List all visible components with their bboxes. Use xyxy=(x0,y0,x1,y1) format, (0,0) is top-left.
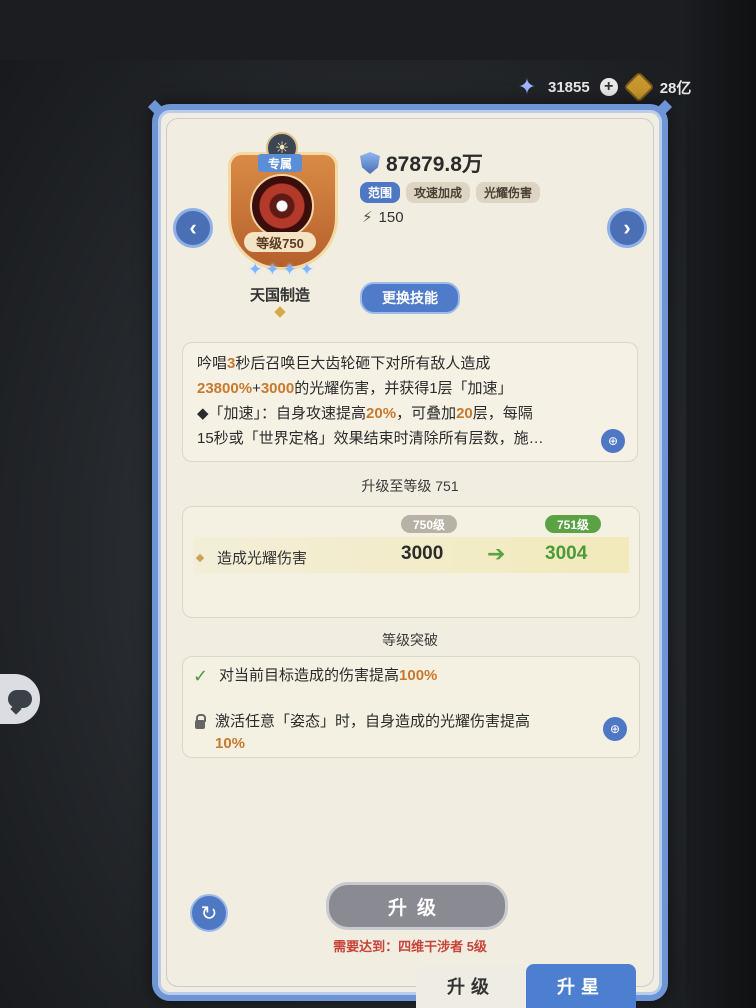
upgrade-title: 升级至等级 751 xyxy=(361,478,459,494)
skill-badge: ☀ 专属 等级750 ✦ ✦ ✦ ✦ 天国制造 xyxy=(222,132,340,322)
swap-skill-button[interactable]: 更换技能 xyxy=(360,282,460,314)
breakthrough-box: ✓ 对当前目标造成的伤害提高100% 激活任意「姿态」时，自身造成的光耀伤害提高… xyxy=(182,656,640,758)
zoom-in-icon[interactable]: ⊕ xyxy=(601,429,625,453)
check-icon: ✓ xyxy=(193,666,209,686)
chat-bubble-icon xyxy=(8,690,32,708)
lightning-icon: ⚡ xyxy=(362,209,373,226)
upgrade-box: 750级 751级 造成光耀伤害 3000 ➔ 3004 xyxy=(182,506,640,618)
tag-range: 范围 xyxy=(360,182,401,203)
add-currency-icon[interactable]: + xyxy=(599,78,618,96)
star-currency-value: 31855 xyxy=(548,78,590,96)
breakthrough-item-unlocked: ✓ 对当前目标造成的伤害提高100% xyxy=(193,665,437,687)
bottom-tabs: 升级 升星 xyxy=(416,964,636,1008)
power-row: 87879.8万 xyxy=(360,148,483,178)
breakthrough-title: 等级突破 xyxy=(382,632,438,648)
skill-description: 吟唱3秒后召唤巨大齿轮砸下对所有敌人造成 23800%+3000的光耀伤害，并获… xyxy=(182,342,638,462)
skill-tags: 范围 攻速加成 光耀伤害 xyxy=(360,182,541,203)
desc-text: 15秒或「世界定格」效果结束时清除所有层数，施… xyxy=(197,430,544,447)
exclusive-tag: 专属 xyxy=(258,154,302,172)
monitor-bezel-top xyxy=(0,0,756,60)
coin-icon xyxy=(623,71,655,103)
diamond-deco xyxy=(274,306,286,318)
desc-text: 的光耀伤害，并获得1层「加速」 xyxy=(294,380,513,397)
current-stat-value: 3000 xyxy=(401,543,444,564)
desc-highlight: 3000 xyxy=(260,380,295,397)
power-value: 87879.8万 xyxy=(386,153,483,176)
star-icon: ✦ xyxy=(299,260,314,279)
breakthrough-highlight: 100% xyxy=(399,667,438,684)
refresh-icon[interactable]: ↻ xyxy=(190,894,228,932)
desc-text: 吟唱 xyxy=(197,355,228,372)
desc-highlight: 20% xyxy=(366,405,397,422)
breakthrough-item-locked: 激活任意「姿态」时，自身造成的光耀伤害提高 10% xyxy=(193,711,603,755)
chevron-left-icon: ‹ xyxy=(189,215,197,240)
arrow-right-icon: ➔ xyxy=(487,541,506,566)
chevron-right-icon: › xyxy=(623,215,631,240)
breakthrough-text: 激活任意「姿态」时，自身造成的光耀伤害提高 xyxy=(215,713,531,730)
next-level-pill: 751级 xyxy=(545,515,601,533)
current-level-pill: 750级 xyxy=(401,515,457,533)
next-skill-button[interactable]: › xyxy=(607,208,647,248)
desc-text: ，可叠加 xyxy=(396,405,457,422)
gear-skill-icon xyxy=(250,174,314,238)
next-stat-value: 3004 xyxy=(545,543,588,564)
corner-deco xyxy=(147,99,163,115)
requirement-text: 需要达到：四维干涉者 5级 xyxy=(333,939,487,954)
breakthrough-highlight: 10% xyxy=(215,735,246,752)
energy-row: ⚡ 150 xyxy=(362,208,404,227)
skill-card: ‹ › ☀ 专属 等级750 ✦ ✦ ✦ ✦ 天国制造 87879.8万 范围 … xyxy=(147,99,673,1001)
desc-text: ◆「加速」：自身攻速提高 xyxy=(197,405,367,422)
tag-attack-speed: 攻速加成 xyxy=(406,182,471,203)
stat-label: 造成光耀伤害 xyxy=(217,550,308,567)
lock-icon xyxy=(195,714,206,729)
tab-star-up[interactable]: 升星 xyxy=(526,964,636,1008)
currency-bar: ✦ 31855 + 28亿 xyxy=(516,70,756,104)
desc-highlight: 20 xyxy=(456,405,473,422)
star-rating: ✦ ✦ ✦ ✦ xyxy=(236,260,326,280)
desc-text: 层，每隔 xyxy=(472,405,533,422)
star-icon: ✦ xyxy=(265,260,280,279)
coin-value: 28亿 xyxy=(659,79,692,97)
breakthrough-text: 对当前目标造成的伤害提高 xyxy=(219,667,400,684)
desc-text: + xyxy=(252,380,261,397)
chat-button[interactable] xyxy=(0,674,40,724)
desc-text: 秒后召唤巨大齿轮砸下对所有敌人造成 xyxy=(235,355,491,372)
star-currency-icon: ✦ xyxy=(517,74,537,99)
tab-upgrade[interactable]: 升级 xyxy=(416,964,526,1008)
skill-level: 等级750 xyxy=(244,232,316,252)
prev-skill-button[interactable]: ‹ xyxy=(173,208,213,248)
zoom-in-icon[interactable]: ⊕ xyxy=(603,717,627,741)
tag-radiance-damage: 光耀伤害 xyxy=(476,182,541,203)
monitor-bezel-right xyxy=(686,0,756,1008)
star-icon: ✦ xyxy=(248,260,263,279)
desc-highlight: 23800% xyxy=(197,380,253,397)
upgrade-button[interactable]: 升级 xyxy=(326,882,508,930)
skill-name: 天国制造 xyxy=(249,287,310,304)
energy-value: 150 xyxy=(378,208,404,226)
star-icon: ✦ xyxy=(282,260,297,279)
shield-icon xyxy=(360,152,380,174)
